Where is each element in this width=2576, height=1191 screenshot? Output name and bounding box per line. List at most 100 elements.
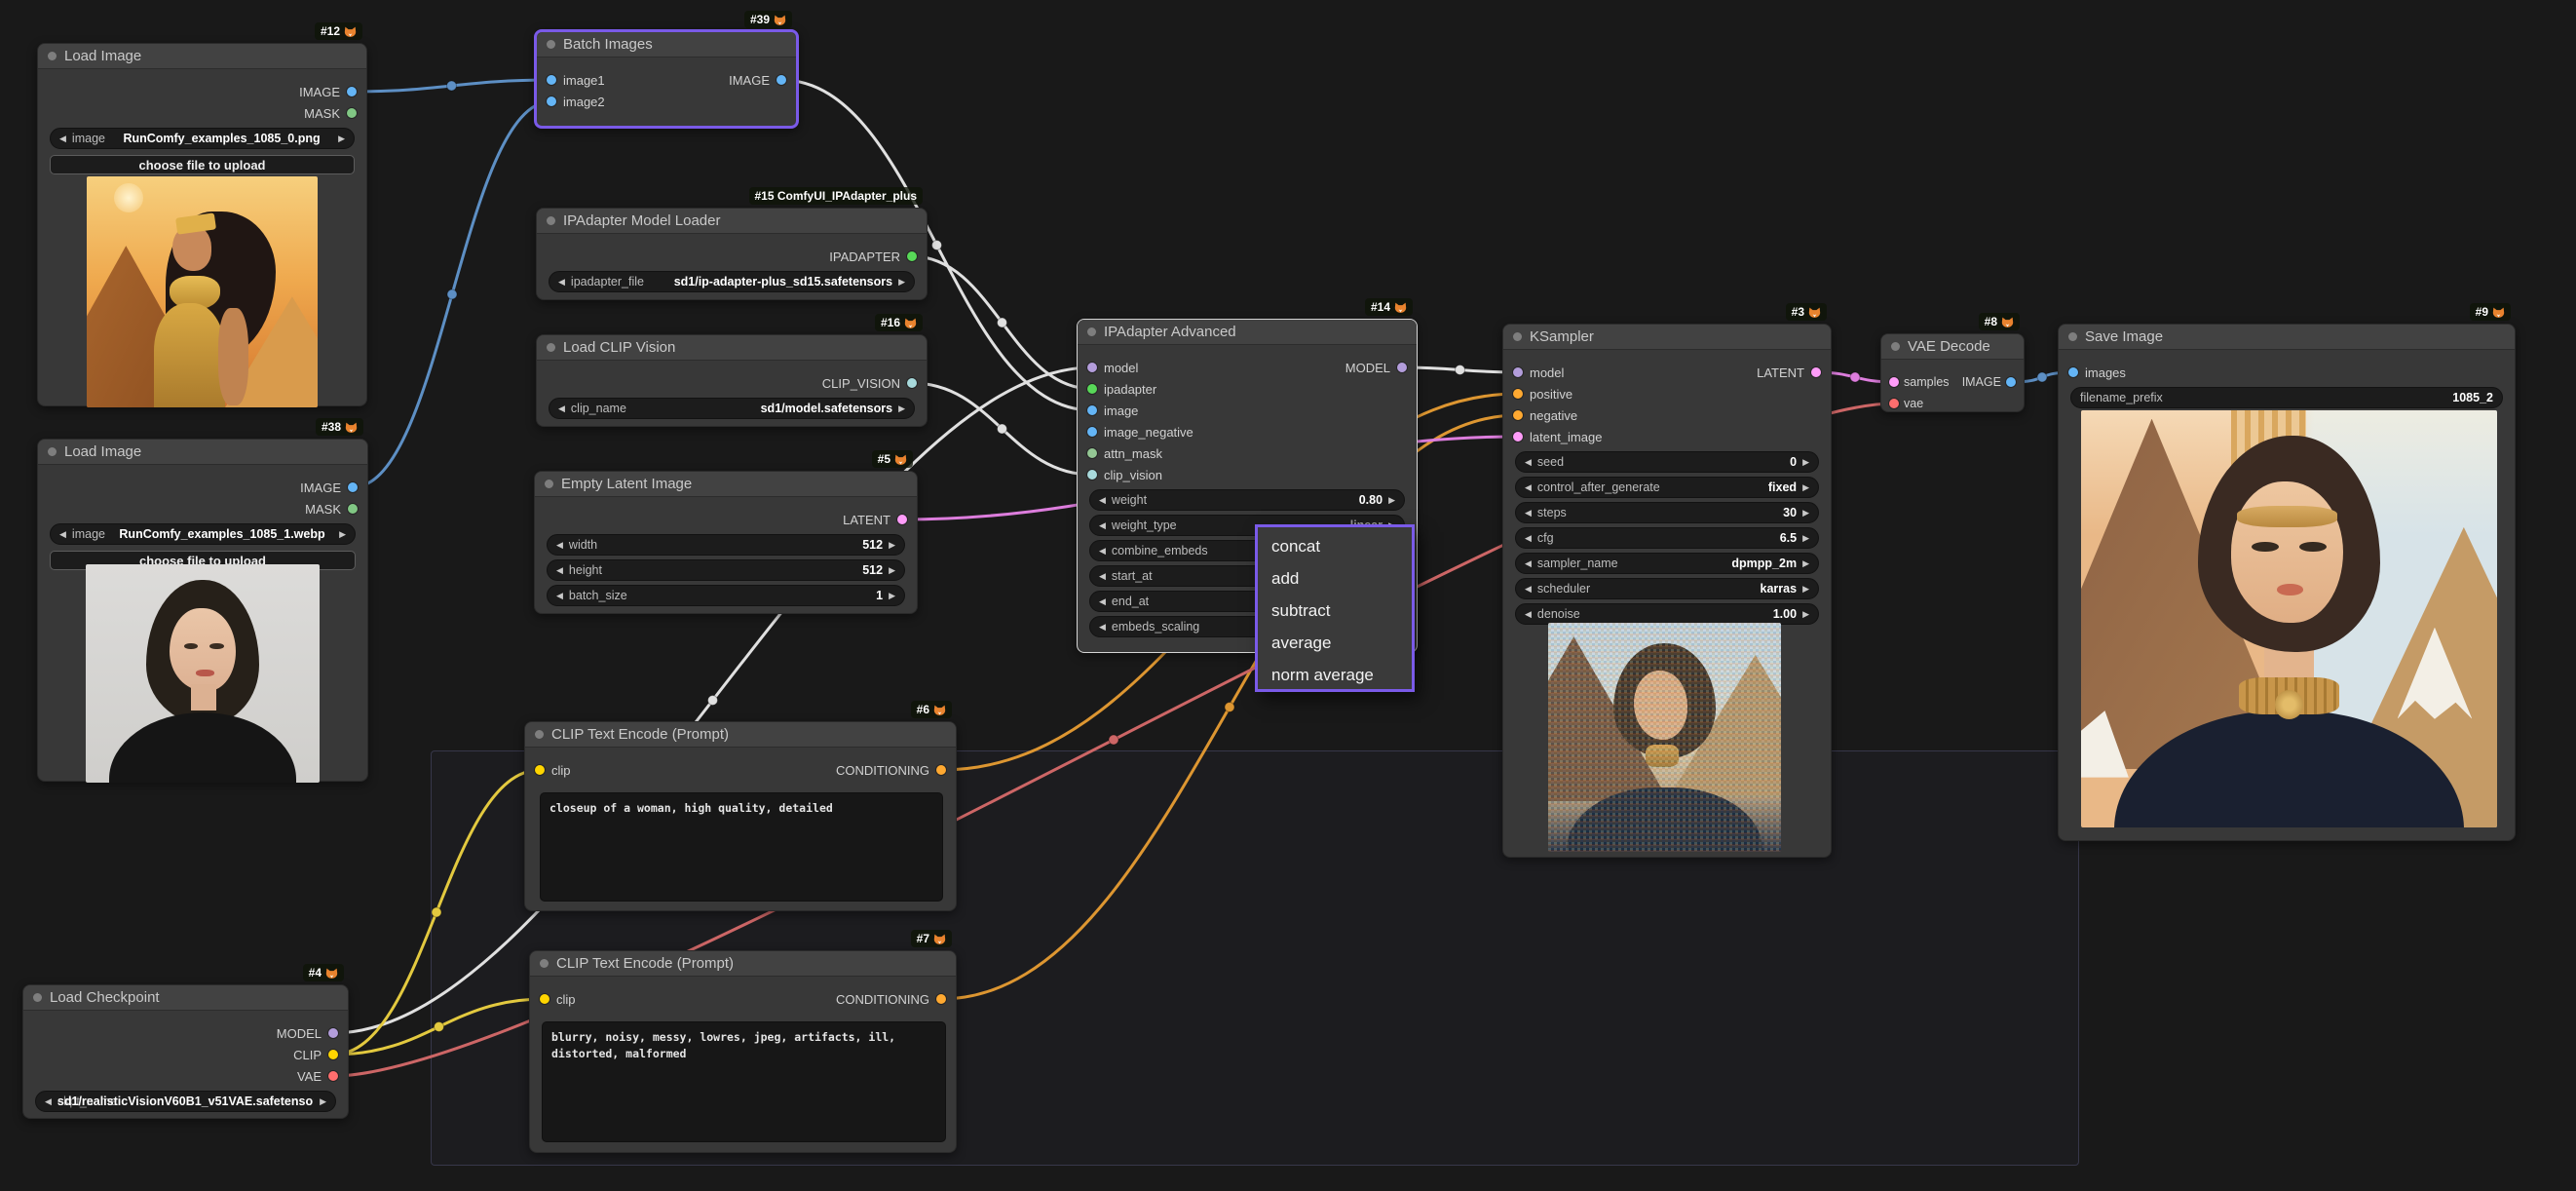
node-title-bar[interactable]: Batch Images: [537, 32, 796, 58]
input-port-negative[interactable]: [1513, 410, 1523, 420]
output-port-mask[interactable]: [347, 108, 357, 118]
node-ksampler[interactable]: #3 KSampler model LATENT positive negati…: [1502, 324, 1832, 858]
menu-item-average[interactable]: average: [1258, 627, 1412, 659]
output-port-latent[interactable]: [897, 515, 907, 524]
left-arrow-icon[interactable]: ◀: [1099, 571, 1106, 582]
output-port-image[interactable]: [2006, 377, 2016, 387]
left-arrow-icon[interactable]: ◀: [558, 403, 565, 414]
left-arrow-icon[interactable]: ◀: [1525, 457, 1532, 468]
input-port-clip[interactable]: [540, 994, 549, 1004]
left-arrow-icon[interactable]: ◀: [1099, 622, 1106, 633]
left-arrow-icon[interactable]: ◀: [1099, 495, 1106, 506]
right-arrow-icon[interactable]: ▶: [320, 1096, 326, 1107]
left-arrow-icon[interactable]: ◀: [1525, 584, 1532, 595]
collapse-dot-icon[interactable]: [2068, 332, 2077, 341]
output-port-image[interactable]: [348, 482, 358, 492]
input-port-samples[interactable]: [1889, 377, 1899, 387]
node-title-bar[interactable]: CLIP Text Encode (Prompt): [530, 951, 956, 977]
width-widget[interactable]: ◀width512▶: [547, 534, 905, 556]
node-load-clip-vision[interactable]: #16 Load CLIP Vision CLIP_VISION ◀clip_n…: [536, 334, 928, 427]
steps-widget[interactable]: ◀steps30▶: [1515, 502, 1819, 523]
node-empty-latent-image[interactable]: #5 Empty Latent Image LATENT ◀width512▶ …: [534, 471, 918, 614]
node-load-checkpoint[interactable]: #4 Load Checkpoint MODEL CLIP VAE ◀ckpt_…: [22, 984, 349, 1119]
node-title-bar[interactable]: Load Image: [38, 440, 367, 465]
collapse-dot-icon[interactable]: [48, 447, 57, 456]
left-arrow-icon[interactable]: ◀: [1525, 533, 1532, 544]
control-after-generate-widget[interactable]: ◀control_after_generatefixed▶: [1515, 477, 1819, 498]
input-port-image2[interactable]: [547, 96, 556, 106]
left-arrow-icon[interactable]: ◀: [558, 277, 565, 288]
output-port-vae[interactable]: [328, 1071, 338, 1081]
input-port-model[interactable]: [1513, 367, 1523, 377]
left-arrow-icon[interactable]: ◀: [1525, 482, 1532, 493]
right-arrow-icon[interactable]: ▶: [1802, 558, 1809, 569]
menu-item-norm-average[interactable]: norm average: [1258, 659, 1412, 691]
input-port-latent-image[interactable]: [1513, 432, 1523, 442]
left-arrow-icon[interactable]: ◀: [45, 1096, 52, 1107]
collapse-dot-icon[interactable]: [535, 730, 544, 739]
node-load-image-2[interactable]: #38 Load Image IMAGE MASK ◀imageRunComfy…: [37, 439, 368, 782]
right-arrow-icon[interactable]: ▶: [1802, 508, 1809, 519]
right-arrow-icon[interactable]: ▶: [1802, 482, 1809, 493]
right-arrow-icon[interactable]: ▶: [889, 540, 895, 551]
node-title-bar[interactable]: Load CLIP Vision: [537, 335, 927, 361]
node-title-bar[interactable]: Empty Latent Image: [535, 472, 917, 497]
node-load-image-1[interactable]: #12 Load Image IMAGE MASK ◀imageRunComfy…: [37, 43, 367, 406]
cfg-widget[interactable]: ◀cfg6.5▶: [1515, 527, 1819, 549]
menu-item-subtract[interactable]: subtract: [1258, 595, 1412, 627]
input-port-clip[interactable]: [535, 765, 545, 775]
node-title-bar[interactable]: Load Image: [38, 44, 366, 69]
right-arrow-icon[interactable]: ▶: [1802, 584, 1809, 595]
output-port-model[interactable]: [1397, 363, 1407, 372]
collapse-dot-icon[interactable]: [1891, 342, 1900, 351]
input-port-positive[interactable]: [1513, 389, 1523, 399]
denoise-widget[interactable]: ◀denoise1.00▶: [1515, 603, 1819, 625]
right-arrow-icon[interactable]: ▶: [889, 565, 895, 576]
collapse-dot-icon[interactable]: [547, 216, 555, 225]
right-arrow-icon[interactable]: ▶: [889, 591, 895, 601]
output-port-latent[interactable]: [1811, 367, 1821, 377]
right-arrow-icon[interactable]: ▶: [338, 134, 345, 144]
ipadapter-file-widget[interactable]: ◀ipadapter_filesd1/ip-adapter-plus_sd15.…: [549, 271, 915, 292]
input-port-images[interactable]: [2068, 367, 2078, 377]
node-title-bar[interactable]: Save Image: [2059, 325, 2515, 350]
input-port-model[interactable]: [1087, 363, 1097, 372]
node-vae-decode[interactable]: #8 VAE Decode samples IMAGE vae: [1880, 333, 2025, 412]
prompt-textarea[interactable]: closeup of a woman, high quality, detail…: [540, 792, 943, 902]
right-arrow-icon[interactable]: ▶: [1802, 457, 1809, 468]
output-port-clip[interactable]: [328, 1050, 338, 1059]
right-arrow-icon[interactable]: ▶: [1802, 609, 1809, 620]
menu-item-add[interactable]: add: [1258, 562, 1412, 595]
left-arrow-icon[interactable]: ◀: [59, 529, 66, 540]
upload-button[interactable]: choose file to upload: [50, 155, 355, 174]
node-clip-text-encode-positive[interactable]: #6 CLIP Text Encode (Prompt) clip CONDIT…: [524, 721, 957, 911]
node-title-bar[interactable]: CLIP Text Encode (Prompt): [525, 722, 956, 748]
clip-name-widget[interactable]: ◀clip_namesd1/model.safetensors▶: [549, 398, 915, 419]
scheduler-widget[interactable]: ◀schedulerkarras▶: [1515, 578, 1819, 599]
collapse-dot-icon[interactable]: [1087, 327, 1096, 336]
right-arrow-icon[interactable]: ▶: [1388, 495, 1395, 506]
right-arrow-icon[interactable]: ▶: [339, 529, 346, 540]
output-port-mask[interactable]: [348, 504, 358, 514]
weight-type-dropdown-menu[interactable]: concat add subtract average norm average: [1255, 524, 1415, 692]
node-ipadapter-model-loader[interactable]: #15 ComfyUI_IPAdapter_plus IPAdapter Mod…: [536, 208, 928, 300]
left-arrow-icon[interactable]: ◀: [1525, 558, 1532, 569]
collapse-dot-icon[interactable]: [547, 343, 555, 352]
left-arrow-icon[interactable]: ◀: [59, 134, 66, 144]
collapse-dot-icon[interactable]: [545, 480, 553, 488]
weight-widget[interactable]: ◀weight0.80▶: [1089, 489, 1405, 511]
collapse-dot-icon[interactable]: [48, 52, 57, 60]
node-batch-images[interactable]: #39 Batch Images image1 IMAGE image2: [534, 29, 799, 129]
node-title-bar[interactable]: Load Checkpoint: [23, 985, 348, 1011]
node-title-bar[interactable]: IPAdapter Model Loader: [537, 209, 927, 234]
seed-widget[interactable]: ◀seed0▶: [1515, 451, 1819, 473]
node-clip-text-encode-negative[interactable]: #7 CLIP Text Encode (Prompt) clip CONDIT…: [529, 950, 957, 1153]
left-arrow-icon[interactable]: ◀: [1525, 508, 1532, 519]
sampler-name-widget[interactable]: ◀sampler_namedpmpp_2m▶: [1515, 553, 1819, 574]
left-arrow-icon[interactable]: ◀: [1099, 520, 1106, 531]
input-port-image[interactable]: [1087, 405, 1097, 415]
image-select-widget[interactable]: ◀imageRunComfy_examples_1085_1.webp▶: [50, 523, 356, 545]
collapse-dot-icon[interactable]: [540, 959, 549, 968]
collapse-dot-icon[interactable]: [547, 40, 555, 49]
collapse-dot-icon[interactable]: [33, 993, 42, 1002]
